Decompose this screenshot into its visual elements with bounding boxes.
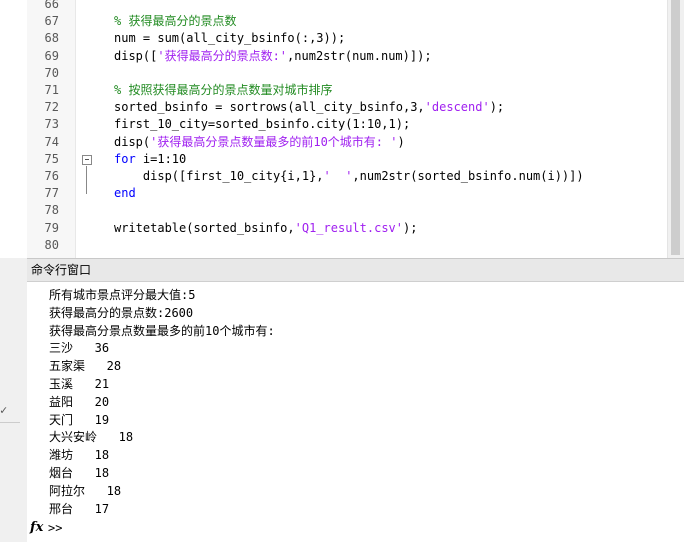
command-window-title: 命令行窗口 — [31, 263, 92, 277]
code-editor[interactable]: 66 67 % 获得最高分的景点数 68 num = sum(all_city_bsin… — [27, 0, 684, 259]
code-token: ,num2str(sorted_bsinfo.num(i))]) — [352, 169, 584, 183]
code-text: % 按照获得最高分的景点数量对城市排序 — [114, 82, 332, 99]
code-token: ,num2str(num.num)]); — [287, 48, 432, 63]
output-line: 五家渠 28 — [49, 359, 122, 374]
code-line[interactable]: 74 disp('获得最高分景点数量最多的前10个城市有: ') — [27, 134, 668, 151]
code-line[interactable]: 77 end — [27, 185, 668, 202]
code-token: '获得最高分景点数量最多的前10个城市有: ' — [150, 134, 398, 149]
line-number: 70 — [44, 65, 59, 80]
line-number: 74 — [44, 134, 59, 149]
code-token: for — [114, 151, 136, 166]
code-line[interactable]: 72 sorted_bsinfo = sortrows(all_city_bsin… — [27, 99, 668, 116]
line-number: 79 — [44, 220, 59, 235]
output-line: 天门 19 — [49, 412, 110, 427]
code-token: '获得最高分的景点数:' — [157, 48, 288, 63]
code-line[interactable]: 76 disp([first_10_city{i,1},' ',num2str(… — [27, 168, 668, 185]
code-text: num = sum(all_city_bsinfo(:,3)); — [114, 30, 345, 47]
function-browser-icon[interactable]: fx — [30, 519, 43, 537]
line-number: 66 — [44, 0, 59, 11]
code-text: disp([first_10_city{i,1},' ',num2str(sor… — [114, 168, 584, 185]
line-number: 69 — [44, 48, 59, 63]
command-window[interactable]: 所有城市景点评分最大值:5 获得最高分的景点数:2600 获得最高分景点数量最多的前… — [27, 282, 684, 542]
editor-scrollbar-thumb[interactable] — [671, 0, 680, 255]
line-number: 72 — [44, 100, 59, 115]
code-line[interactable]: 78 — [27, 202, 668, 219]
line-number: 75 — [44, 151, 59, 166]
code-line[interactable]: 69 disp(['获得最高分的景点数:',num2str(num.num)]); — [27, 48, 668, 65]
output-line: 获得最高分景点数量最多的前10个城市有: — [49, 323, 275, 338]
code-token: 'Q1_result.csv' — [294, 220, 403, 235]
fold-guide — [86, 166, 87, 194]
code-line[interactable]: 70 — [27, 65, 668, 82]
left-panel-strip: ✓ — [0, 0, 28, 542]
code-line[interactable]: 68 num = sum(all_city_bsinfo(:,3)); — [27, 30, 668, 47]
output-line: 所有城市景点评分最大值:5 — [49, 288, 196, 302]
fold-toggle-icon[interactable] — [82, 154, 92, 165]
code-token: % 按照获得最高分的景点数量对城市排序 — [114, 83, 333, 97]
code-text: % 获得最高分的景点数 — [114, 13, 236, 30]
code-text: for i=1:10 — [114, 151, 186, 168]
code-token: % 获得最高分的景点数 — [114, 14, 237, 29]
line-number: 73 — [44, 117, 59, 132]
line-number: 67 — [44, 14, 59, 29]
code-line[interactable]: 80 — [27, 237, 668, 254]
output-line: 玉溪 21 — [49, 377, 110, 391]
output-line: 潍坊 18 — [49, 448, 110, 463]
output-line: 获得最高分的景点数:2600 — [49, 305, 194, 320]
code-token: num = sum(all_city_bsinfo(:,3)); — [114, 31, 346, 46]
code-line[interactable]: 67 % 获得最高分的景点数 — [27, 13, 668, 30]
code-line[interactable]: 71 % 按照获得最高分的景点数量对城市排序 — [27, 82, 668, 99]
left-panel-top — [0, 0, 27, 258]
left-panel-divider — [0, 422, 20, 423]
output-line: 三沙 36 — [49, 341, 110, 356]
code-token: ' ' — [323, 169, 353, 183]
code-text: disp('获得最高分景点数量最多的前10个城市有: ') — [114, 134, 405, 151]
line-number: 80 — [44, 237, 59, 252]
code-token: ); — [403, 220, 418, 235]
code-text: sorted_bsinfo = sortrows(all_city_bsinfo… — [114, 99, 504, 116]
code-token: i=1:10 — [135, 151, 187, 166]
code-line[interactable]: 75 for i=1:10 — [27, 151, 668, 168]
code-text: end — [114, 185, 136, 202]
code-token: writetable(sorted_bsinfo, — [114, 220, 295, 235]
code-text: writetable(sorted_bsinfo,'Q1_result.csv'… — [114, 220, 417, 237]
checkmark-icon: ✓ — [0, 403, 8, 417]
line-number: 68 — [44, 31, 59, 46]
line-number: 78 — [44, 203, 59, 218]
line-number: 76 — [44, 169, 59, 183]
output-line: 阿拉尔 18 — [49, 483, 122, 498]
output-line: 邢台 17 — [49, 501, 110, 516]
code-text: first_10_city=sorted_bsinfo.city(1:10,1)… — [114, 116, 410, 133]
line-number: 71 — [44, 83, 59, 97]
code-token: disp( — [114, 134, 151, 149]
command-prompt[interactable]: >> — [48, 519, 62, 537]
code-token: disp([first_10_city{i,1}, — [114, 169, 324, 183]
code-line[interactable]: 79 writetable(sorted_bsinfo,'Q1_result.cs… — [27, 220, 668, 237]
code-token: 'descend' — [424, 100, 490, 115]
code-token: first_10_city=sorted_bsinfo.city(1:10,1)… — [114, 117, 411, 132]
code-token: ); — [489, 100, 505, 115]
command-window-header: 命令行窗口 — [27, 259, 684, 282]
code-token: disp([ — [114, 48, 158, 63]
code-editor-content: 66 67 % 获得最高分的景点数 68 num = sum(all_city_bsin… — [27, 0, 668, 258]
output-line: 烟台 18 — [49, 466, 110, 480]
line-number: 77 — [44, 186, 59, 201]
output-line: 大兴安岭 18 — [49, 430, 134, 445]
code-token: ) — [397, 134, 405, 149]
code-token: sorted_bsinfo = sortrows(all_city_bsinfo… — [114, 100, 425, 115]
code-line[interactable]: 66 — [27, 0, 668, 13]
code-text: disp(['获得最高分的景点数:',num2str(num.num)]); — [114, 48, 432, 65]
code-line[interactable]: 73 first_10_city=sorted_bsinfo.city(1:10,… — [27, 116, 668, 133]
code-token: end — [114, 186, 136, 201]
output-line: 益阳 20 — [49, 394, 110, 409]
editor-vertical-scrollbar[interactable] — [667, 0, 684, 258]
